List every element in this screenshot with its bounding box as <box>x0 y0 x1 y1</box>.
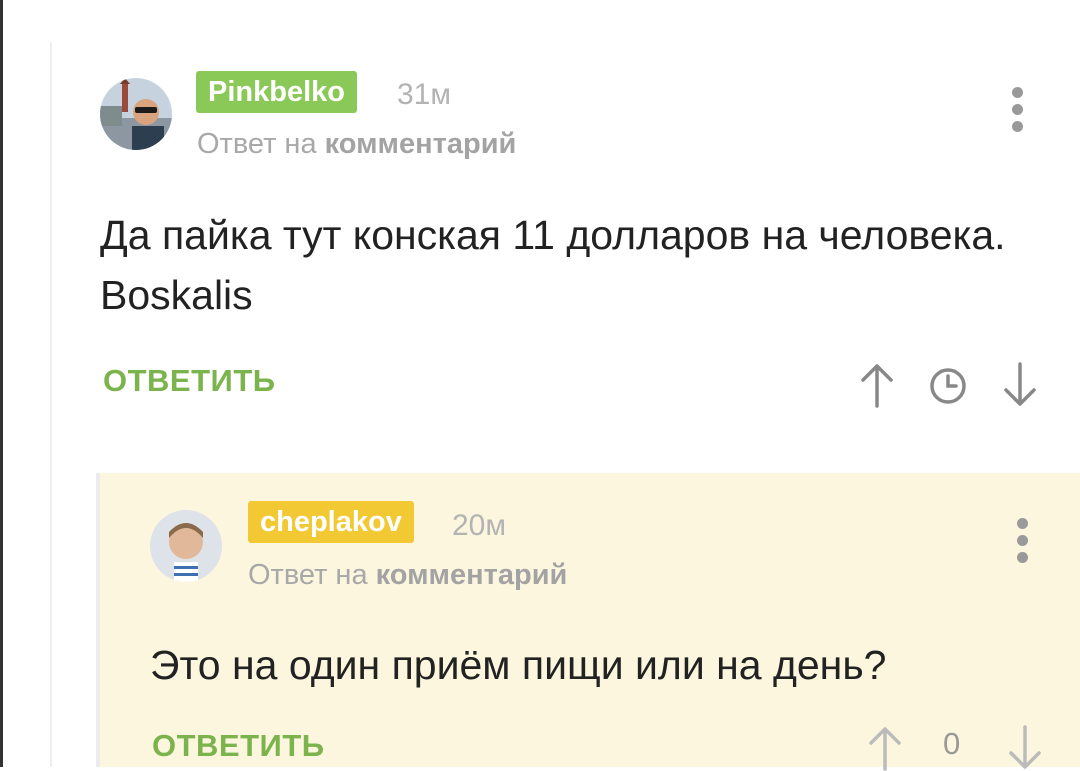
reply-to-prefix: Ответ на <box>197 128 317 160</box>
arrow-down-icon[interactable] <box>1000 362 1040 408</box>
arrow-up-icon[interactable] <box>857 362 897 408</box>
reply-button[interactable]: ОТВЕТИТЬ <box>152 728 325 764</box>
comment-time: 20м <box>452 509 506 542</box>
clock-icon[interactable] <box>928 366 968 406</box>
reply-to-prefix: Ответ на <box>248 559 368 591</box>
rating-count: 0 <box>943 726 961 761</box>
avatar[interactable] <box>150 510 222 582</box>
avatar[interactable] <box>100 78 172 150</box>
more-options-icon[interactable] <box>1014 518 1030 568</box>
reply-to-label: Ответ на комментарий <box>248 559 567 592</box>
username-badge[interactable]: Pinkbelko <box>196 71 357 113</box>
arrow-up-icon[interactable] <box>865 725 905 771</box>
reply-button[interactable]: ОТВЕТИТЬ <box>103 363 276 399</box>
reply-to-link[interactable]: комментарий <box>376 559 568 591</box>
username-badge[interactable]: cheplakov <box>248 501 414 543</box>
screen-edge <box>0 0 3 767</box>
avatar-image <box>100 78 172 150</box>
reply-comment: cheplakov 20м Ответ на комментарий Это н… <box>96 473 1080 771</box>
arrow-down-icon[interactable] <box>1005 725 1045 771</box>
comment-body: Да пайка тут конская 11 долларов на чело… <box>100 212 1006 318</box>
comment-time: 31м <box>397 78 451 111</box>
avatar-image <box>150 510 222 582</box>
reply-to-label: Ответ на комментарий <box>197 128 516 161</box>
comment: Pinkbelko 31м Ответ на комментарий Да па… <box>52 50 1080 470</box>
comment-body: Это на один приём пищи или на день? <box>150 642 887 688</box>
more-options-icon[interactable] <box>1009 87 1025 137</box>
reply-to-link[interactable]: комментарий <box>325 128 517 160</box>
